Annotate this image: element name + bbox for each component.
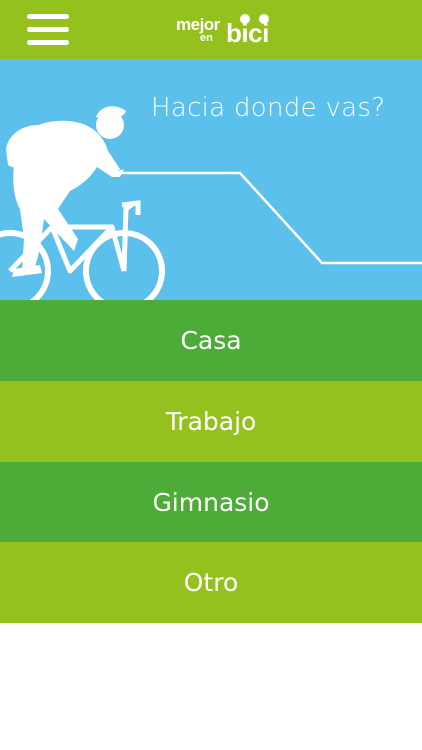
destination-label: Casa [180, 326, 242, 355]
destination-option-otro[interactable]: Otro [0, 542, 422, 623]
destination-label: Gimnasio [152, 488, 270, 517]
destination-label: Trabajo [165, 407, 257, 436]
logo-dot-right [259, 14, 269, 24]
hero-banner: Hacia donde vas? [0, 59, 422, 300]
destination-label: Otro [183, 568, 239, 597]
destination-option-casa[interactable]: Casa [0, 300, 422, 381]
top-bar: mejor en bici [0, 0, 422, 59]
logo-word-mejor: mejor [176, 15, 220, 34]
destination-option-trabajo[interactable]: Trabajo [0, 381, 422, 462]
destination-option-gimnasio[interactable]: Gimnasio [0, 462, 422, 543]
app-logo: mejor en bici [0, 0, 422, 59]
logo-word-en: en [200, 32, 213, 44]
hero-title: Hacia donde vas? [151, 93, 386, 123]
logo-dot-left [240, 14, 250, 24]
